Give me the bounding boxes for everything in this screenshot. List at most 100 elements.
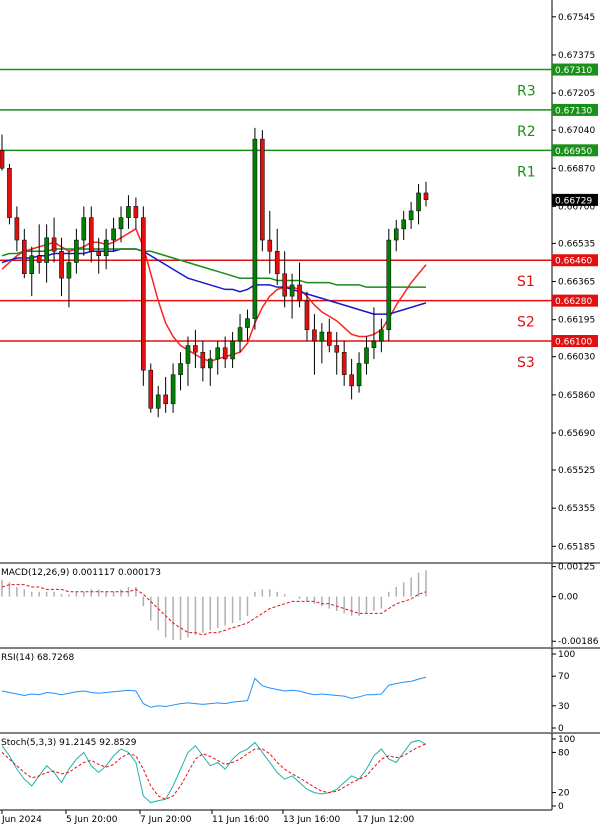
candle-body	[126, 206, 131, 218]
candle-body	[371, 340, 377, 348]
price-tick-label: 0.67545	[558, 13, 595, 23]
candle-body	[36, 255, 42, 263]
candle-body	[252, 138, 258, 319]
candle	[7, 163, 12, 225]
candle-body	[423, 192, 429, 200]
time-tick-label: 17 Jun 12:00	[357, 815, 414, 825]
candle-body	[59, 251, 64, 279]
price-tick-label: 0.65185	[558, 542, 595, 552]
candle-body	[416, 192, 421, 212]
price-tick-label: 0.67375	[558, 51, 595, 61]
level-label-r1: R1	[517, 164, 536, 180]
rsi-label: RSI(14) 68.7268	[1, 653, 74, 663]
stoch-tick-label: 80	[558, 748, 570, 758]
price-tick-labels: 0.67545 0.67375 0.67205 0.67040 0.66870 0.667…	[552, 13, 595, 552]
stoch-tick-label: 0	[558, 802, 564, 812]
level-label-r3: R3	[517, 84, 536, 100]
rsi-tick-label: 30	[558, 702, 570, 712]
macd-tick-label: 0.00	[558, 593, 578, 603]
level-value-r2: 0.67130	[555, 106, 592, 116]
price-tick-label: 0.65690	[558, 429, 595, 439]
candle-body	[185, 345, 191, 364]
level-label-s1: S1	[517, 274, 535, 290]
candle-body	[133, 206, 139, 218]
candle-body	[88, 217, 94, 252]
candle-body	[297, 284, 302, 301]
candle-body	[29, 255, 35, 274]
current-price-marker: 0.66729	[552, 193, 598, 206]
price-tick-label: 0.65525	[558, 466, 595, 476]
candle-body	[44, 237, 49, 263]
candle	[252, 127, 258, 330]
stoch-tick-label: 20	[558, 789, 570, 799]
candle-body	[356, 363, 362, 387]
candle-body	[74, 239, 79, 263]
time-tick-label: 7 Jun 20:00	[140, 815, 192, 825]
candle-body	[103, 239, 109, 257]
level-label-r2: R2	[517, 124, 536, 140]
price-tick-label: 0.66195	[558, 316, 595, 326]
candle-body	[349, 374, 354, 387]
candle-body	[267, 239, 273, 252]
macd-tick-label: -0.00186	[558, 637, 599, 647]
rsi-tick-label: 70	[558, 672, 570, 682]
time-tick-label: Jun 2024	[1, 815, 42, 825]
time-tick-label: 5 Jun 20:00	[66, 815, 118, 825]
candle-body	[141, 217, 146, 371]
price-tick-label: 0.65355	[558, 504, 595, 514]
candle-body	[155, 394, 161, 409]
level-value-s1: 0.66460	[555, 257, 592, 267]
level-value-r1: 0.66950	[555, 147, 592, 157]
candle-body	[327, 331, 332, 346]
candle-body	[170, 374, 176, 405]
candle-body	[237, 327, 243, 342]
price-tick-label: 0.66870	[558, 164, 595, 174]
candle-body	[260, 138, 265, 241]
level-value-s3: 0.66100	[555, 338, 592, 348]
candle-body	[200, 351, 206, 369]
candle-body	[319, 331, 325, 342]
candle-body	[215, 347, 221, 360]
candle-body	[393, 228, 399, 241]
candle-body	[7, 168, 12, 218]
level-label-s3: S3	[517, 355, 535, 371]
price-tick-label: 0.66030	[558, 353, 595, 363]
candle-body	[312, 329, 317, 342]
chart-background	[0, 0, 600, 827]
candle	[386, 228, 392, 342]
candle-body	[282, 273, 287, 297]
candle-body	[274, 251, 280, 274]
price-tick-label: 0.65860	[558, 391, 595, 401]
candle-body	[245, 318, 250, 328]
stoch-label: Stoch(5,3,3) 91.2145 92.8529	[1, 738, 137, 748]
candle-body	[111, 228, 116, 241]
current-price-value: 0.66729	[555, 196, 592, 206]
rsi-tick-label: 100	[558, 650, 575, 660]
candle-body	[193, 345, 198, 353]
candle-body	[96, 251, 101, 257]
candle-body	[148, 369, 154, 409]
candle-body	[178, 363, 183, 375]
candle-body	[408, 210, 414, 221]
candle	[141, 206, 146, 386]
level-label-s2: S2	[517, 315, 535, 331]
candle-body	[386, 239, 392, 331]
candle-body	[207, 358, 213, 369]
time-tick-label: 11 Jun 16:00	[212, 815, 269, 825]
price-tick-label: 0.67205	[558, 89, 595, 99]
candle-body	[14, 217, 20, 241]
time-tick-label: 13 Jun 16:00	[283, 815, 340, 825]
candle-body	[66, 262, 72, 279]
price-tick-label: 0.67040	[558, 126, 595, 136]
candle-body	[22, 239, 27, 274]
candle-body	[401, 219, 406, 230]
price-tick-label: 0.66535	[558, 239, 595, 249]
level-value-r3: 0.67310	[555, 66, 592, 76]
candle-body	[118, 217, 124, 230]
candle-body	[289, 284, 295, 297]
candle	[260, 130, 265, 252]
candle-body	[304, 300, 310, 331]
stoch-tick-label: 100	[558, 735, 575, 745]
level-value-s2: 0.66280	[555, 297, 592, 307]
candle	[148, 363, 154, 413]
